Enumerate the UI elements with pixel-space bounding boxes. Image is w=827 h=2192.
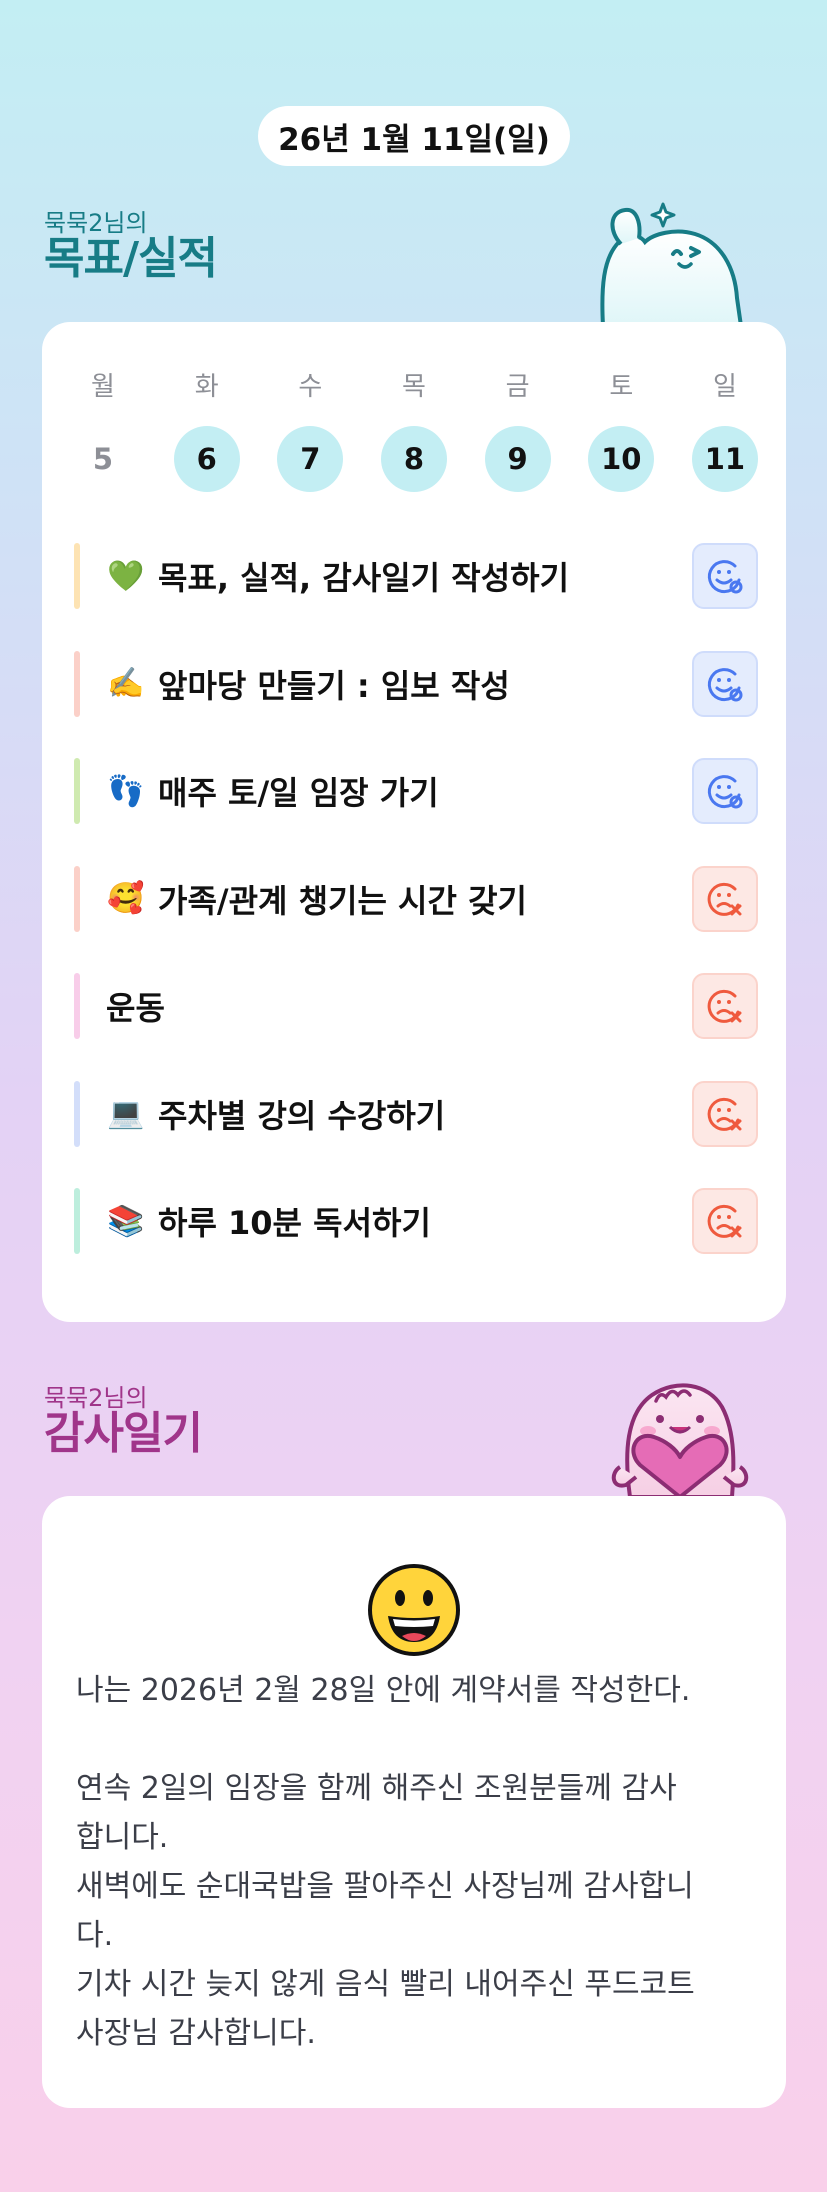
footprints-icon: 👣 xyxy=(107,773,145,809)
diary-line: 사장님 감사합니다. xyxy=(76,2016,316,2051)
goal-status-missed-button[interactable] xyxy=(692,973,758,1039)
goal-status-done-button[interactable] xyxy=(692,758,758,824)
goal-label: 주차별 강의 수강하기 xyxy=(158,1096,446,1135)
day-number[interactable]: 6 xyxy=(173,426,240,492)
diary-line: 연속 2일의 임장을 함께 해주신 조원분들께 감사 xyxy=(76,1771,677,1806)
goals-section-title: 목표/실적 xyxy=(44,233,218,285)
goal-item[interactable]: 🥰 가족/관계 챙기는 시간 갖기 xyxy=(74,865,758,933)
thanks-section-title: 감사일기 xyxy=(44,1408,203,1460)
day-number[interactable]: 11 xyxy=(691,426,758,492)
smile-check-icon xyxy=(707,775,743,809)
day-name-label: 월 xyxy=(91,372,115,402)
goal-item[interactable]: 💻 주차별 강의 수강하기 xyxy=(74,1080,758,1148)
thanks-section-header: 묵묵2님의 감사일기 xyxy=(44,1385,203,1460)
goal-label: 목표, 실적, 감사일기 작성하기 xyxy=(158,559,570,597)
day-column[interactable]: 월5 xyxy=(70,370,136,492)
goal-item[interactable]: 👣 매주 토/일 임장 가기 xyxy=(74,757,758,825)
day-name-label: 수 xyxy=(298,372,323,402)
green-heart-icon: 💚 xyxy=(107,558,145,594)
sad-x-icon xyxy=(707,1097,742,1131)
goal-color-bar xyxy=(74,865,80,932)
sad-x-icon xyxy=(707,1204,742,1238)
diary-line: 기차 시간 늦지 않게 음식 빨리 내어주신 푸드코트 xyxy=(76,1967,695,2002)
goal-color-bar xyxy=(74,1188,80,1254)
day-column[interactable]: 토 10 xyxy=(588,370,655,492)
goal-status-missed-button[interactable] xyxy=(692,865,758,932)
day-number[interactable]: 5 xyxy=(70,426,136,492)
day-number[interactable]: 9 xyxy=(484,426,551,492)
goal-color-bar xyxy=(74,650,80,717)
day-name-label: 목 xyxy=(402,372,426,402)
goal-color-bar xyxy=(74,1080,80,1147)
goal-item[interactable]: 📚 하루 10분 독서하기 xyxy=(74,1187,758,1255)
sad-x-icon xyxy=(707,989,742,1023)
diary-line xyxy=(76,1715,766,1764)
goal-status-done-button[interactable] xyxy=(692,650,758,717)
goal-label: 하루 10분 독서하기 xyxy=(158,1204,431,1242)
goal-label: 매주 토/일 임장 가기 xyxy=(158,774,439,812)
smile-check-icon xyxy=(707,560,743,594)
day-name-label: 화 xyxy=(194,372,219,402)
sad-x-icon xyxy=(707,882,742,916)
goal-color-bar xyxy=(74,543,80,609)
goal-item[interactable]: 운동 xyxy=(74,972,758,1040)
smiling-face-with-hearts-icon: 🥰 xyxy=(107,881,145,916)
goal-label: 가족/관계 챙기는 시간 갖기 xyxy=(158,881,527,920)
grinning-face-icon xyxy=(368,1564,460,1656)
goals-section-header: 묵묵2님의 목표/실적 xyxy=(44,210,218,285)
goal-status-missed-button[interactable] xyxy=(692,1188,758,1254)
goal-status-done-button[interactable] xyxy=(692,543,758,609)
goal-item[interactable]: 💚 목표, 실적, 감사일기 작성하기 xyxy=(74,542,758,610)
goals-card: 월 5 화 6 수 7 목 8 금 9 토 10 일 11 💚 목표, 실적, 감사일기 작성하기 ✍️ 앞마당… xyxy=(42,322,786,1322)
diary-line: 다. xyxy=(76,1918,114,1953)
day-column[interactable]: 목8 xyxy=(380,370,447,492)
date-label[interactable]: 26년 1월 11일(일) xyxy=(258,106,570,166)
writing-hand-icon: ✍️ xyxy=(107,666,145,701)
day-column[interactable]: 금9 xyxy=(484,370,551,492)
heart-hugging-mascot-illustration xyxy=(611,1383,749,1497)
laptop-icon: 💻 xyxy=(107,1096,145,1131)
week-calendar: 월 5 화 6 수 7 목 8 금 9 토 10 일 11 xyxy=(70,370,758,492)
books-icon: 📚 xyxy=(107,1203,145,1239)
day-column[interactable]: 일 11 xyxy=(691,370,758,492)
smile-check-icon xyxy=(707,667,743,701)
diary-line: 나는 2026년 2월 28일 안에 계약서를 작성한다. xyxy=(76,1673,691,1708)
goal-item[interactable]: ✍️ 앞마당 만들기 : 임보 작성 xyxy=(74,650,758,718)
goal-label: 앞마당 만들기 : 임보 작성 xyxy=(158,666,510,705)
day-column[interactable]: 수7 xyxy=(277,370,344,492)
diary-line: 새벽에도 순대국밥을 팔아주신 사장님께 감사합니 xyxy=(76,1869,694,1904)
diary-line: 합니다. xyxy=(76,1820,169,1855)
day-number[interactable]: 7 xyxy=(277,426,344,492)
goal-label: 운동 xyxy=(106,989,165,1027)
day-name-label: 일 xyxy=(712,372,737,402)
goal-color-bar xyxy=(74,758,80,824)
day-number[interactable]: 10 xyxy=(588,426,655,492)
day-column[interactable]: 화6 xyxy=(173,370,240,492)
diary-text: 나는 2026년 2월 28일 안에 계약서를 작성한다. 연속 2일의 임장을 … xyxy=(76,1666,766,2058)
goal-color-bar xyxy=(74,973,80,1039)
thanks-diary-card: 나는 2026년 2월 28일 안에 계약서를 작성한다. 연속 2일의 임장을 … xyxy=(42,1496,786,2108)
day-name-label: 토 xyxy=(609,372,634,402)
day-number[interactable]: 8 xyxy=(380,426,447,492)
waving-mascot-illustration xyxy=(600,202,744,326)
goal-status-missed-button[interactable] xyxy=(692,1080,758,1147)
day-name-label: 금 xyxy=(505,372,530,402)
